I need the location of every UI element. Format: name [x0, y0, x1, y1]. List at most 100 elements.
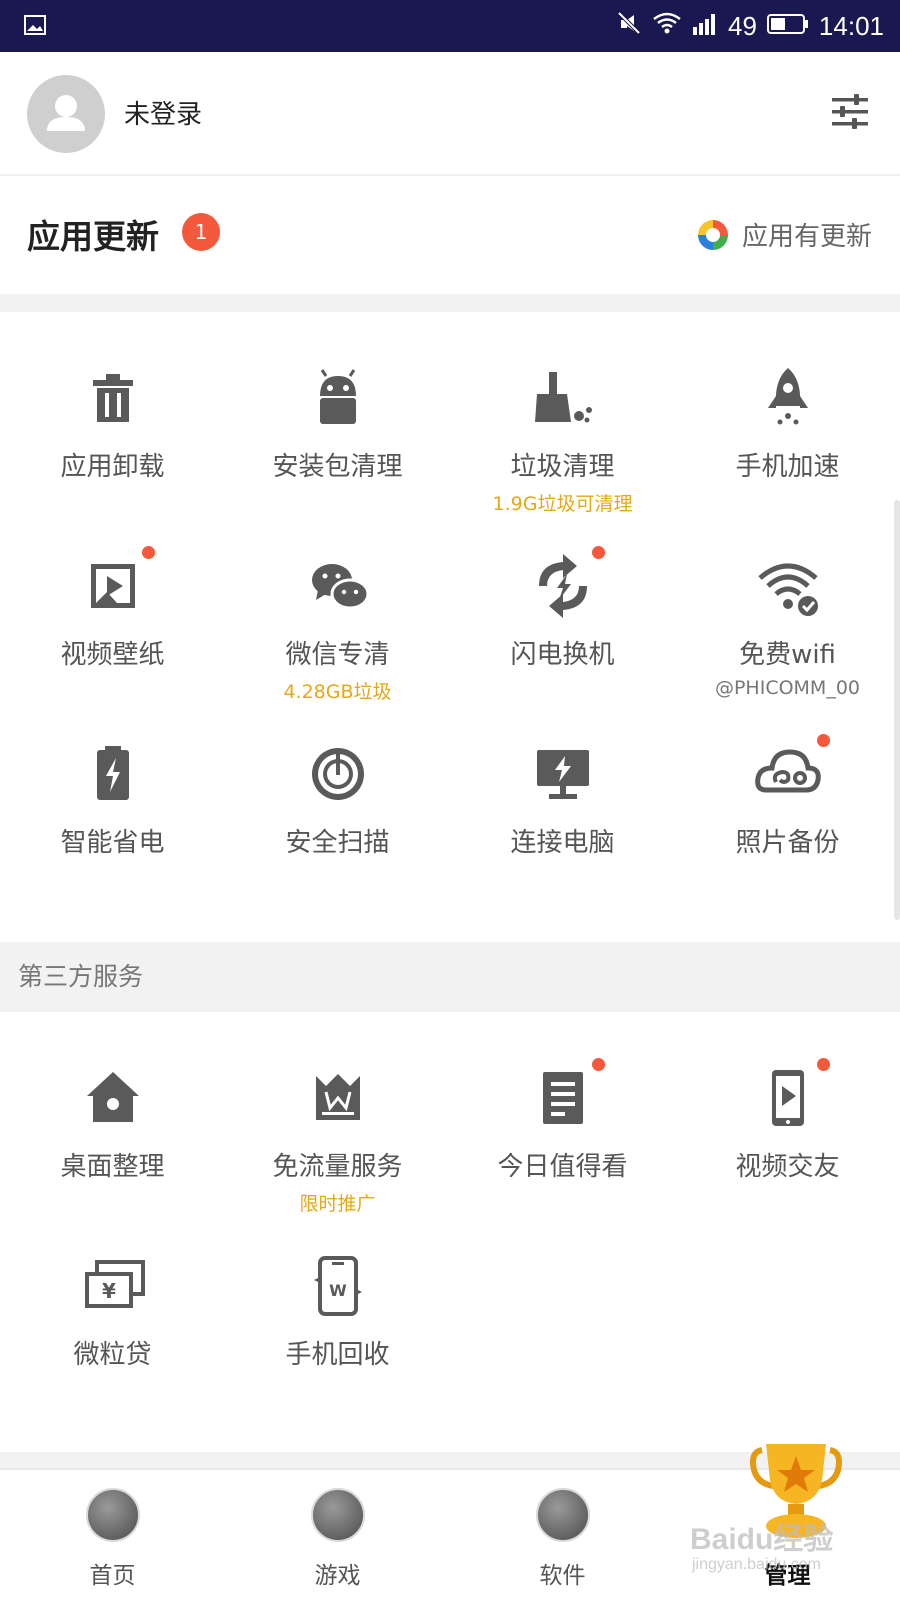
nav-software[interactable]: 软件	[450, 1470, 675, 1600]
tool-label: 照片备份	[735, 828, 840, 858]
avatar[interactable]	[27, 75, 105, 153]
android-icon	[302, 362, 374, 434]
tool-subtitle: 4.28GB垃圾	[283, 681, 392, 703]
security-scan-icon	[302, 738, 374, 810]
watermark-url: jingyan.baidu.com	[692, 1556, 821, 1573]
third-party-grid: 桌面整理 免流量服务 限时推广 今日值得看 视频交友 ¥ 微粒贷 W 手机回收	[0, 1012, 900, 1452]
service-item[interactable]: 视频交友	[675, 1058, 900, 1183]
update-count-badge: 1	[182, 213, 220, 251]
tool-item[interactable]: 应用卸载	[0, 362, 225, 483]
service-item[interactable]: W 手机回收	[225, 1250, 450, 1371]
user-icon	[47, 95, 85, 131]
account-header: 未登录	[0, 52, 900, 176]
gallery-icon	[24, 15, 46, 39]
update-status[interactable]: 应用有更新	[696, 216, 872, 253]
new-indicator-dot	[816, 734, 830, 747]
home-icon	[77, 1062, 149, 1134]
app-store-logo-icon	[697, 219, 728, 250]
yuan-card-icon: ¥	[77, 1250, 149, 1322]
games-nav-icon	[310, 1488, 365, 1542]
new-indicator-dot	[591, 546, 605, 559]
tool-item[interactable]: 垃圾清理 1.9G垃圾可清理	[450, 362, 675, 516]
tool-label: 垃圾清理	[510, 452, 615, 482]
service-item[interactable]: ¥ 微粒贷	[0, 1250, 225, 1371]
battery-icon	[77, 738, 149, 810]
cloud-icon	[752, 734, 830, 810]
phone-recycle-icon: W	[302, 1250, 374, 1322]
service-item[interactable]: 免流量服务 限时推广	[225, 1062, 450, 1216]
tool-label: 手机加速	[735, 452, 840, 482]
wechat-icon	[302, 550, 374, 622]
nav-label: 首页	[89, 1563, 136, 1589]
nav-home[interactable]: 首页	[0, 1470, 225, 1600]
scrollbar[interactable]	[894, 500, 900, 920]
service-label: 手机回收	[285, 1340, 390, 1370]
section-divider	[0, 294, 900, 312]
tool-item[interactable]: 智能省电	[0, 738, 225, 859]
battery-status-icon	[766, 11, 809, 42]
tool-subtitle: 1.9G垃圾可清理	[492, 493, 633, 515]
document-icon	[527, 1058, 605, 1134]
third-party-section-title: 第三方服务	[0, 942, 900, 1012]
tool-label: 视频壁纸	[60, 640, 165, 670]
wifi-status-icon	[652, 11, 682, 42]
service-label: 免流量服务	[272, 1152, 403, 1182]
broom-icon	[527, 362, 599, 434]
service-item[interactable]: 今日值得看	[450, 1058, 675, 1183]
tool-label: 安装包清理	[272, 452, 403, 482]
home-nav-icon	[85, 1488, 140, 1542]
svg-text:W: W	[329, 1281, 347, 1300]
cell-signal-icon	[692, 11, 718, 42]
tool-item[interactable]: 视频壁纸	[0, 546, 225, 671]
app-update-row[interactable]: 应用更新 1 应用有更新	[0, 178, 900, 294]
tool-label: 智能省电	[60, 828, 165, 858]
tool-subtitle: @PHICOMM_00	[714, 677, 861, 699]
tool-label: 应用卸载	[60, 452, 165, 482]
sliders-icon	[832, 94, 868, 129]
tool-item[interactable]: 照片备份	[675, 734, 900, 859]
tool-item[interactable]: 闪电换机	[450, 546, 675, 671]
app-update-title: 应用更新	[27, 217, 159, 256]
tool-label: 安全扫描	[285, 828, 390, 858]
monitor-icon	[527, 738, 599, 810]
settings-button[interactable]	[828, 90, 872, 134]
status-bar: 49 14:01	[0, 0, 900, 52]
mute-icon	[616, 10, 642, 43]
clock: 14:01	[818, 10, 884, 41]
service-subtitle: 限时推广	[299, 1193, 376, 1215]
crown-icon	[302, 1062, 374, 1134]
nav-games[interactable]: 游戏	[225, 1470, 450, 1600]
service-label: 视频交友	[735, 1152, 840, 1182]
video-phone-icon	[752, 1058, 830, 1134]
tool-label: 微信专清	[285, 640, 390, 670]
tool-item[interactable]: 连接电脑	[450, 738, 675, 859]
video-wallpaper-icon	[77, 546, 155, 622]
service-label: 微粒贷	[73, 1340, 152, 1370]
new-indicator-dot	[141, 546, 155, 559]
new-indicator-dot	[816, 1058, 830, 1071]
svg-text:¥: ¥	[102, 1279, 116, 1303]
tools-grid: 应用卸载 安装包清理 垃圾清理 1.9G垃圾可清理 手机加速视频壁纸 微信专清 4.28GB…	[0, 312, 900, 942]
tool-label: 免费wifi	[739, 640, 836, 670]
service-item[interactable]: 桌面整理	[0, 1062, 225, 1183]
login-status-text[interactable]: 未登录	[124, 94, 202, 131]
tool-item[interactable]: 安装包清理	[225, 362, 450, 483]
nav-label: 软件	[539, 1563, 586, 1589]
new-indicator-dot	[591, 1058, 605, 1071]
tool-item[interactable]: 免费wifi @PHICOMM_00	[675, 550, 900, 699]
trash-icon	[77, 362, 149, 434]
service-label: 今日值得看	[497, 1152, 628, 1182]
tool-label: 连接电脑	[510, 828, 615, 858]
nav-label: 游戏	[314, 1563, 361, 1589]
wifi-icon	[752, 550, 824, 622]
lightning-swap-icon	[527, 546, 605, 622]
tool-item[interactable]: 手机加速	[675, 362, 900, 483]
software-nav-icon	[535, 1488, 590, 1542]
signal-level-text: 49	[728, 10, 757, 41]
tool-item[interactable]: 微信专清 4.28GB垃圾	[225, 550, 450, 704]
tool-label: 闪电换机	[510, 640, 615, 670]
update-status-text: 应用有更新	[741, 222, 872, 252]
tool-item[interactable]: 安全扫描	[225, 738, 450, 859]
watermark: Baidu经验	[690, 1523, 834, 1556]
service-label: 桌面整理	[60, 1152, 165, 1182]
